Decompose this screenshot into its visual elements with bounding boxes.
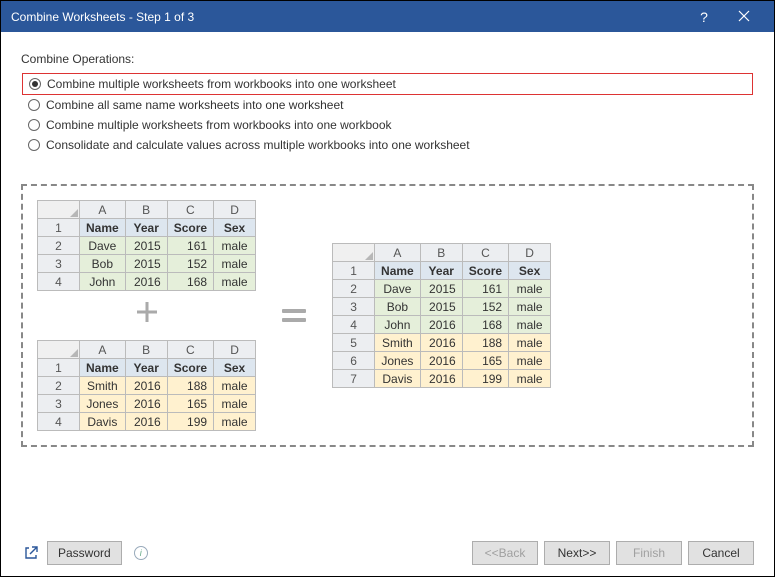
help-button[interactable]: ?: [684, 9, 724, 25]
equals-icon: [282, 309, 306, 322]
combine-operations-group: Combine multiple worksheets from workboo…: [21, 70, 754, 158]
result-table: ABCD 1NameYearScoreSex 2Dave2015161male …: [332, 243, 551, 388]
option-combine-same-name[interactable]: Combine all same name worksheets into on…: [22, 95, 753, 115]
option-label: Consolidate and calculate values across …: [46, 138, 470, 152]
option-label: Combine multiple worksheets from workboo…: [46, 118, 392, 132]
finish-button: Finish: [616, 541, 682, 565]
title-bar: Combine Worksheets - Step 1 of 3 ?: [1, 1, 774, 32]
close-button[interactable]: [724, 9, 764, 25]
info-icon[interactable]: i: [134, 546, 148, 560]
cancel-button[interactable]: Cancel: [688, 541, 754, 565]
option-combine-multiple-into-one-sheet[interactable]: Combine multiple worksheets from workboo…: [22, 73, 753, 95]
option-label: Combine multiple worksheets from workboo…: [47, 77, 396, 91]
radio-icon: [29, 78, 41, 90]
option-combine-multiple-into-workbook[interactable]: Combine multiple worksheets from workboo…: [22, 115, 753, 135]
radio-icon: [28, 119, 40, 131]
source-table-1: ABCD 1NameYearScoreSex 2Dave2015161male …: [37, 200, 256, 291]
source-tables-stack: ABCD 1NameYearScoreSex 2Dave2015161male …: [37, 200, 256, 431]
section-label: Combine Operations:: [21, 52, 754, 66]
back-button: <<Back: [472, 541, 538, 565]
radio-icon: [28, 139, 40, 151]
source-table-2: ABCD 1NameYearScoreSex 2Smith2016188male…: [37, 340, 256, 431]
preview-panel: ABCD 1NameYearScoreSex 2Dave2015161male …: [21, 184, 754, 447]
option-consolidate-calculate[interactable]: Consolidate and calculate values across …: [22, 135, 753, 155]
footer-bar: Password i <<Back Next>> Finish Cancel: [1, 530, 774, 576]
window-title: Combine Worksheets - Step 1 of 3: [11, 10, 684, 24]
next-button[interactable]: Next>>: [544, 541, 610, 565]
radio-icon: [28, 99, 40, 111]
plus-icon: [134, 299, 160, 332]
option-label: Combine all same name worksheets into on…: [46, 98, 343, 112]
external-link-icon[interactable]: [21, 543, 41, 563]
password-button[interactable]: Password: [47, 541, 122, 565]
